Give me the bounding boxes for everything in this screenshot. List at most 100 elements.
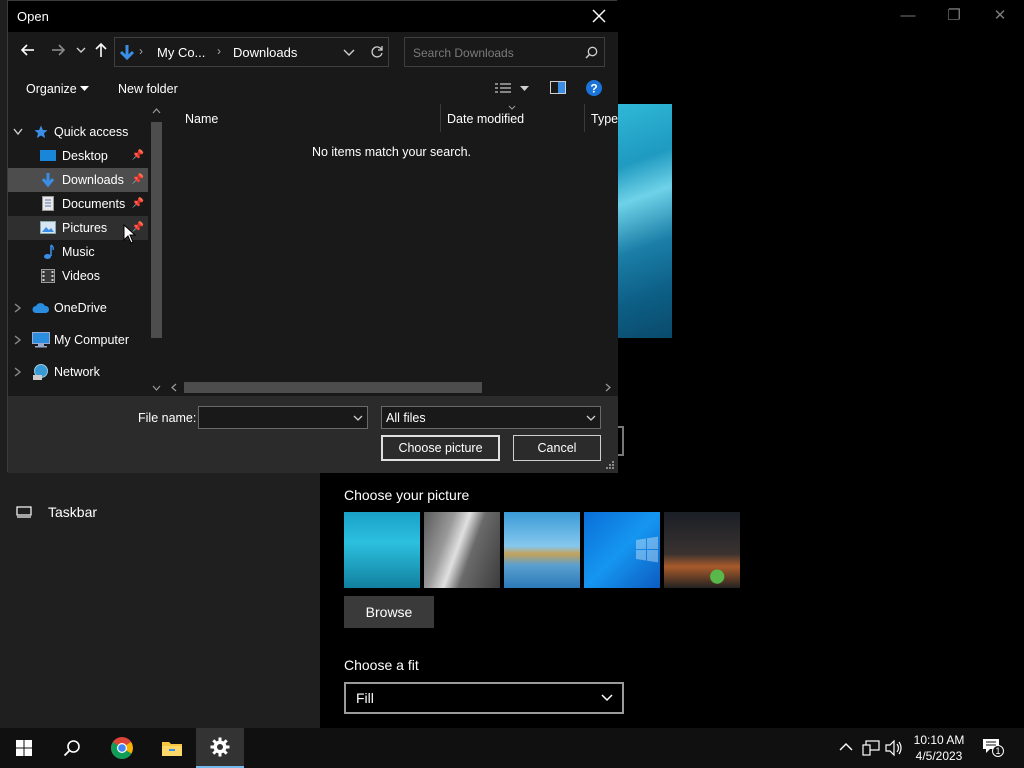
network-icon	[33, 364, 48, 380]
nav-item-label: Network	[54, 365, 100, 379]
chevron-right-icon[interactable]	[14, 335, 22, 345]
sidebar-item-label: Taskbar	[48, 504, 98, 520]
settings-taskbar-button[interactable]	[196, 728, 244, 768]
nav-item-downloads[interactable]: Downloads 📌	[8, 168, 148, 192]
nav-item-label: OneDrive	[54, 301, 107, 315]
browse-button[interactable]: Browse	[344, 596, 434, 628]
picture-thumbnail[interactable]	[504, 512, 580, 588]
chevron-down-icon[interactable]	[13, 128, 23, 136]
fit-select[interactable]: Fill	[344, 682, 624, 714]
search-icon	[585, 46, 598, 59]
dialog-titlebar[interactable]: Open	[8, 1, 618, 32]
arrow-left-icon	[20, 44, 34, 56]
picture-thumbnail[interactable]	[424, 512, 500, 588]
horizontal-scrollbar-thumb[interactable]	[184, 382, 482, 393]
nav-item-label: Quick access	[54, 125, 129, 139]
horizontal-scrollbar[interactable]	[165, 379, 618, 396]
picture-thumbnail[interactable]	[664, 512, 740, 588]
breadcrumb-separator: ›	[217, 44, 221, 58]
nav-item-label: My Computer	[54, 333, 130, 347]
search-button[interactable]	[48, 728, 96, 768]
picture-thumbnail[interactable]	[344, 512, 420, 588]
choose-picture-title: Choose your picture	[344, 487, 470, 503]
nav-item-desktop[interactable]: Desktop 📌	[8, 144, 148, 168]
start-button[interactable]	[0, 728, 48, 768]
sidebar-item-taskbar[interactable]: Taskbar	[16, 504, 97, 520]
nav-item-videos[interactable]: Videos	[8, 264, 148, 288]
chrome-icon	[111, 737, 133, 759]
restore-button[interactable]: ❐	[931, 4, 977, 28]
clock-date: 4/5/2023	[915, 749, 963, 763]
chrome-taskbar-button[interactable]	[98, 728, 146, 768]
scroll-left-icon[interactable]	[171, 383, 177, 392]
picture-thumbnail[interactable]	[584, 512, 660, 588]
scroll-up-icon[interactable]	[152, 108, 161, 114]
cancel-button[interactable]: Cancel	[513, 435, 601, 461]
breadcrumb-item[interactable]: My Co...	[157, 45, 205, 60]
address-bar[interactable]: › My Co... › Downloads	[114, 37, 389, 67]
resize-grip-icon[interactable]	[605, 460, 615, 470]
chevron-right-icon[interactable]	[14, 367, 22, 377]
nav-item-quick-access[interactable]: Quick access	[8, 120, 148, 144]
nav-item-label: Pictures	[62, 221, 108, 235]
view-options-icon[interactable]	[495, 82, 511, 95]
column-divider[interactable]	[440, 104, 441, 132]
column-header-date-modified[interactable]: Date modified	[447, 112, 524, 126]
clock-time: 10:10 AM	[913, 733, 965, 747]
windows-logo-icon	[636, 536, 658, 563]
star-icon	[34, 125, 48, 138]
file-type-select[interactable]: All files	[381, 406, 601, 429]
taskbar: 10:10 AM 4/5/2023 1	[0, 728, 1024, 768]
chevron-down-icon	[601, 694, 613, 702]
column-divider[interactable]	[584, 104, 585, 132]
nav-item-network[interactable]: Network	[8, 360, 148, 384]
breadcrumb-item[interactable]: Downloads	[233, 45, 297, 60]
chevron-right-icon[interactable]	[14, 303, 22, 313]
scroll-right-icon[interactable]	[605, 383, 611, 392]
pictures-icon	[40, 221, 56, 234]
column-header-type[interactable]: Type	[591, 112, 618, 126]
show-hidden-icons-icon[interactable]	[839, 742, 853, 752]
nav-scrollbar-thumb[interactable]	[151, 122, 162, 338]
desktop-preview-image	[618, 104, 672, 338]
nav-item-documents[interactable]: Documents 📌	[8, 192, 148, 216]
nav-item-my-computer[interactable]: My Computer	[8, 328, 148, 352]
column-header-name[interactable]: Name	[185, 112, 218, 126]
address-row: › My Co... › Downloads Search Downloads	[8, 32, 618, 72]
file-explorer-taskbar-button[interactable]	[148, 728, 196, 768]
chevron-down-icon	[586, 415, 596, 421]
up-button[interactable]	[94, 42, 108, 63]
back-button[interactable]	[20, 42, 36, 63]
fit-select-value: Fill	[356, 690, 374, 706]
chevron-down-icon[interactable]	[353, 410, 363, 426]
volume-icon[interactable]	[885, 740, 903, 756]
network-status-icon[interactable]	[862, 740, 880, 756]
search-input[interactable]: Search Downloads	[404, 37, 605, 67]
pin-icon: 📌	[131, 198, 144, 209]
scroll-down-icon[interactable]	[152, 385, 161, 391]
clock[interactable]: 10:10 AM 4/5/2023	[906, 732, 972, 764]
file-name-input[interactable]	[198, 406, 368, 429]
refresh-icon[interactable]	[370, 45, 384, 59]
cloud-icon	[32, 303, 50, 313]
choose-picture-button[interactable]: Choose picture	[381, 435, 500, 461]
minimize-button[interactable]: —	[885, 4, 931, 28]
dialog-close-button[interactable]	[584, 3, 614, 29]
action-center-button[interactable]: 1	[982, 738, 1004, 758]
organize-button[interactable]: Organize	[26, 82, 90, 96]
caret-down-icon[interactable]	[520, 85, 529, 93]
nav-item-onedrive[interactable]: OneDrive	[8, 296, 148, 320]
new-folder-button[interactable]: New folder	[118, 82, 178, 96]
chevron-down-icon[interactable]	[343, 48, 355, 58]
nav-item-label: Downloads	[62, 173, 124, 187]
dialog-footer: File name: All files Choose picture Canc…	[8, 396, 618, 473]
forward-button[interactable]	[50, 42, 66, 63]
taskbar-icon	[16, 506, 32, 518]
nav-item-label: Videos	[62, 269, 100, 283]
close-button[interactable]: ✕	[977, 4, 1023, 28]
preview-pane-icon[interactable]	[550, 81, 566, 94]
recent-locations-button[interactable]	[76, 42, 86, 63]
help-icon[interactable]: ?	[586, 80, 602, 96]
chevron-down-icon	[76, 47, 86, 53]
nav-scrollbar[interactable]	[148, 104, 165, 396]
